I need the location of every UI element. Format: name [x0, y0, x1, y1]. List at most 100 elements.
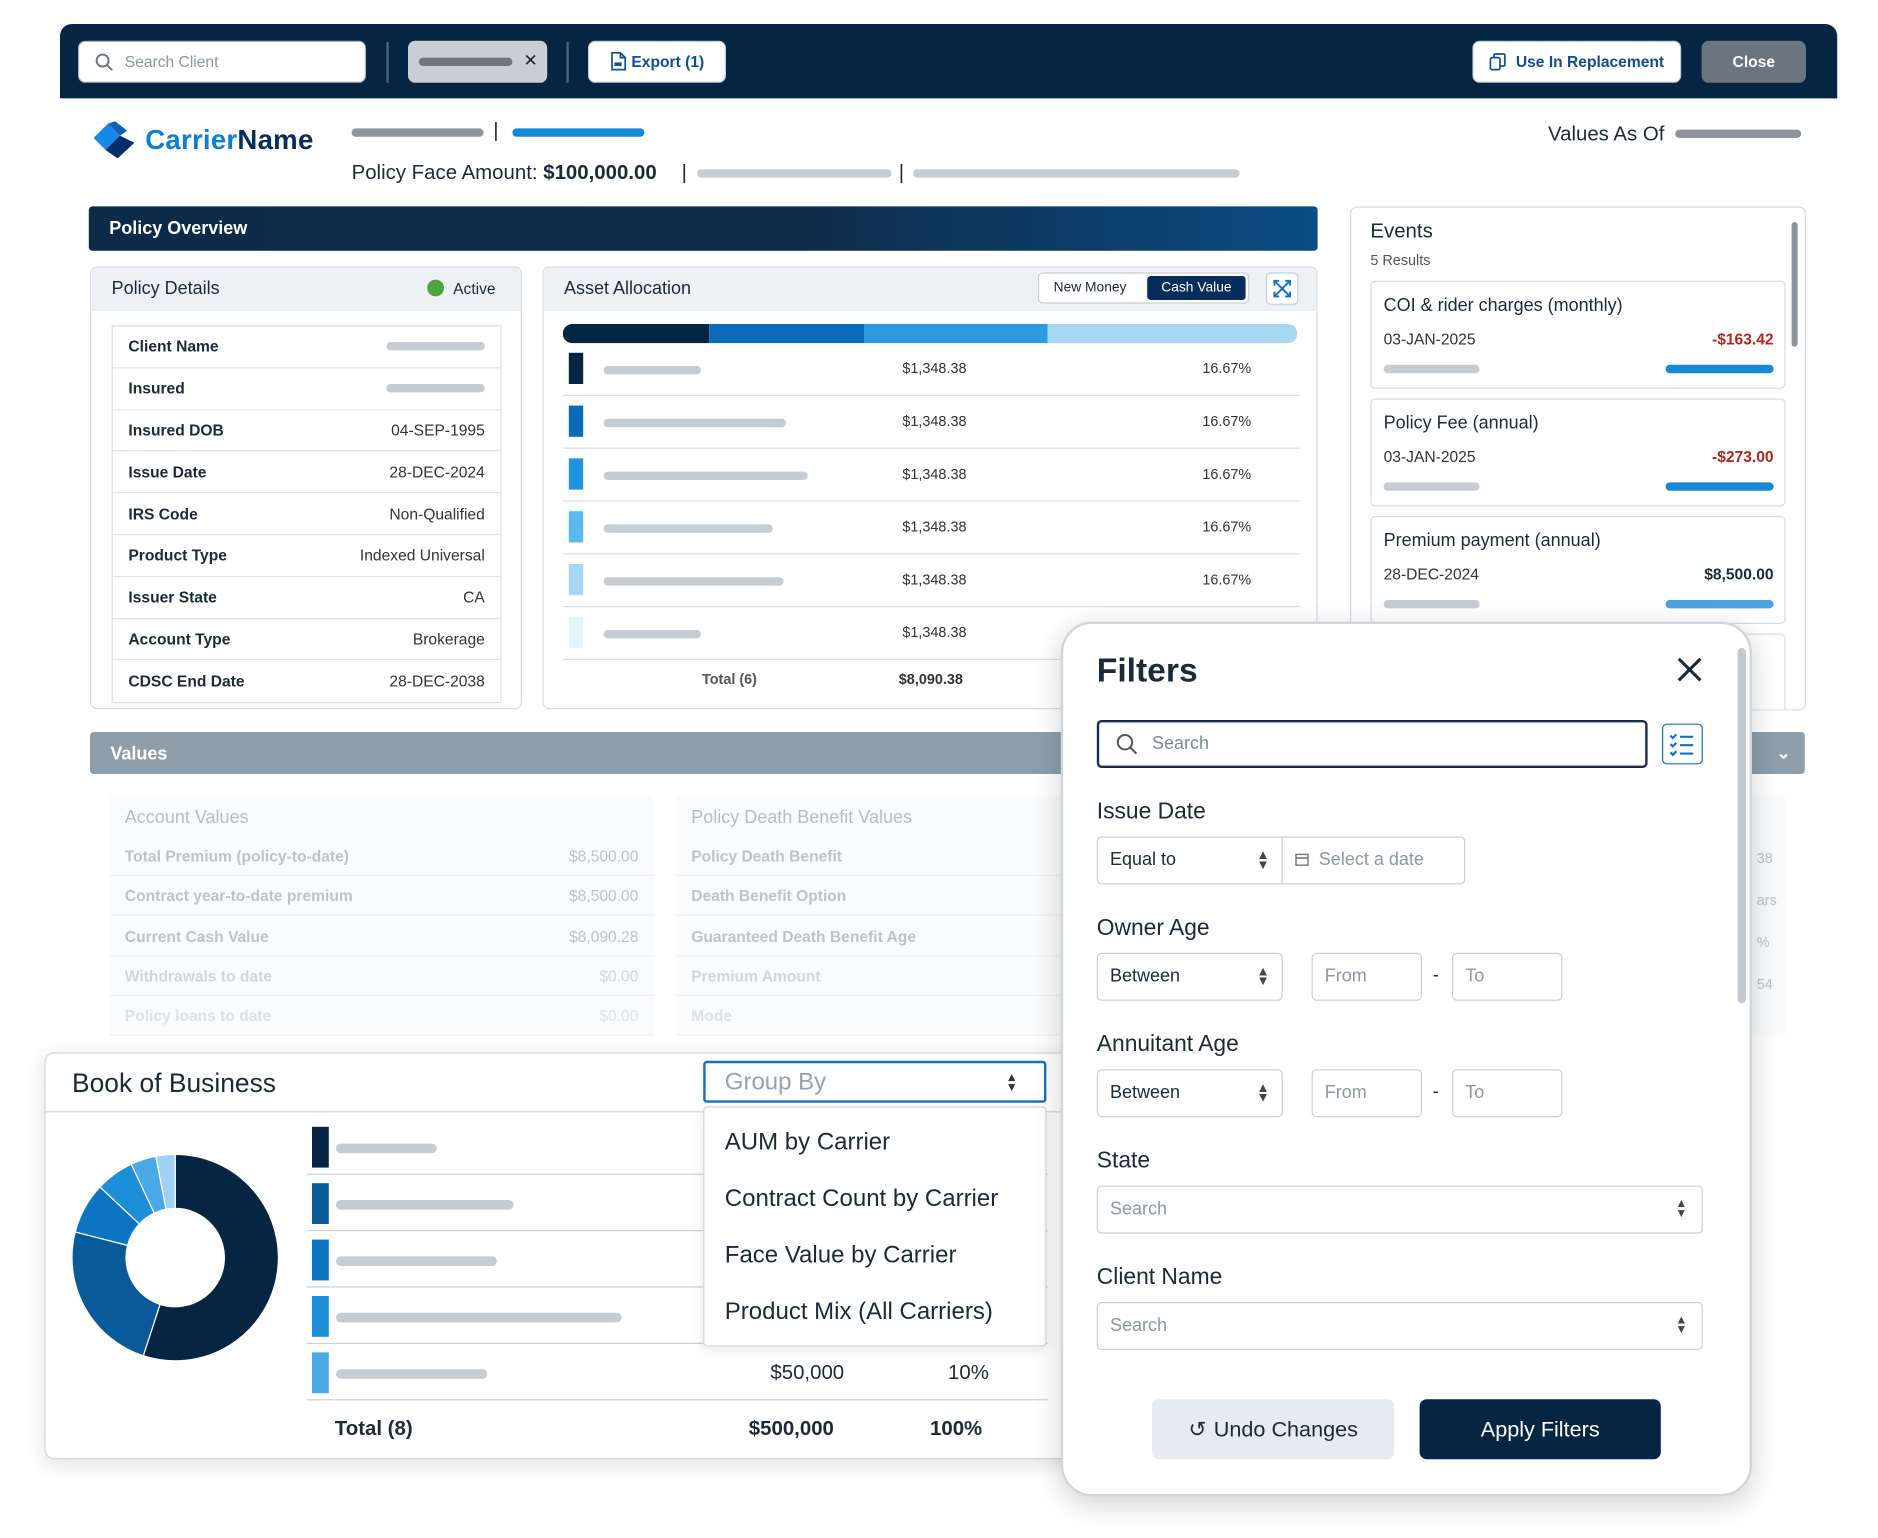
- death-benefit-panel: Policy Death Benefit Values Policy Death…: [675, 795, 1084, 1036]
- values-as-of-label: Values As Of: [1548, 122, 1665, 146]
- toggle-new-money[interactable]: New Money: [1054, 281, 1127, 295]
- table-row: IRS Code Non-Qualified: [112, 493, 501, 536]
- event-item[interactable]: Policy Fee (annual) 03-JAN-2025 -$273.00: [1370, 398, 1786, 507]
- chip-close-icon[interactable]: ✕: [524, 50, 538, 70]
- annuitant-age-from-input[interactable]: From: [1311, 1069, 1422, 1118]
- client-name-label: Client Name: [1096, 1264, 1223, 1290]
- expand-icon: [1273, 279, 1291, 298]
- state-select[interactable]: Search ▲ ▼: [1096, 1185, 1703, 1234]
- allocation-toggle: New Money Cash Value: [1038, 272, 1250, 304]
- annuitant-age-operator-select[interactable]: Between ▲ ▼: [1096, 1069, 1283, 1118]
- checklist-icon: [1669, 733, 1694, 757]
- replace-label: Use In Replacement: [1515, 52, 1665, 71]
- allocation-row: $1,348.38 16.67%: [562, 343, 1300, 397]
- filter-chip[interactable]: ✕: [408, 40, 548, 83]
- menu-item-aum[interactable]: AUM by Carrier: [725, 1129, 890, 1157]
- apply-filters-button[interactable]: Apply Filters: [1419, 1399, 1661, 1460]
- select-chevron-icon: ▲ ▼: [1256, 1081, 1270, 1106]
- filters-scrollbar[interactable]: [1737, 648, 1747, 1004]
- close-button[interactable]: Close: [1701, 40, 1807, 83]
- allocation-row: $1,348.38 16.67%: [562, 502, 1300, 555]
- table-row: Issuer State CA: [112, 577, 501, 619]
- bob-total-label: Total (8): [334, 1417, 413, 1440]
- filters-search-input[interactable]: Search: [1096, 720, 1648, 768]
- book-of-business-title: Book of Business: [72, 1068, 276, 1098]
- use-in-replacement-button[interactable]: Use In Replacement: [1472, 40, 1682, 83]
- separator: |: [493, 118, 499, 142]
- pdf-file-icon: [611, 51, 627, 71]
- select-chevron-icon: ▲ ▼: [1256, 964, 1270, 989]
- table-row: CDSC End Date 28-DEC-2038: [128, 672, 485, 691]
- annuitant-age-to-input[interactable]: To: [1452, 1069, 1563, 1118]
- range-dash: -: [1432, 964, 1439, 986]
- asset-allocation-title: Asset Allocation: [564, 278, 692, 299]
- issue-date-input[interactable]: Select a date: [1281, 836, 1466, 885]
- table-row: Contract year-to-date premium $8,500.00: [109, 876, 654, 916]
- values-right-panel: 38 ars % 54: [1752, 795, 1787, 1036]
- death-benefit-title: Policy Death Benefit Values: [691, 807, 913, 829]
- allocation-row: $1,348.38 16.67%: [562, 396, 1300, 449]
- list-item: $50,000 10%: [307, 1345, 1048, 1401]
- table-row: Product Type Indexed Universal: [112, 535, 501, 577]
- carrier-logo-icon: [93, 121, 135, 159]
- search-icon: [1116, 733, 1138, 755]
- owner-age-to-input[interactable]: To: [1452, 952, 1563, 1001]
- event-item[interactable]: Premium payment (annual) 28-DEC-2024 $8,50…: [1370, 516, 1786, 624]
- allocation-donut-chart: [71, 1153, 279, 1362]
- client-name-select[interactable]: Search ▲ ▼: [1096, 1302, 1703, 1350]
- allocation-stacked-bar: [562, 324, 1298, 344]
- events-title: Events: [1370, 219, 1433, 243]
- menu-item-product-mix[interactable]: Product Mix (All Carriers): [725, 1298, 993, 1326]
- owner-age-from-input[interactable]: From: [1311, 952, 1422, 1001]
- select-chevron-icon: ▲ ▼: [1005, 1071, 1018, 1095]
- table-row: Policy Death Benefit: [675, 836, 1084, 877]
- event-item[interactable]: COI & rider charges (monthly) 03-JAN-2025…: [1370, 280, 1786, 389]
- undo-changes-button[interactable]: ↺ Undo Changes: [1152, 1399, 1395, 1460]
- select-chevron-icon: ▲ ▼: [1675, 1197, 1688, 1221]
- policy-details-title: Policy Details: [111, 278, 220, 299]
- group-by-select[interactable]: Group By ▲ ▼: [703, 1060, 1047, 1103]
- separator: |: [681, 160, 687, 184]
- policy-details-table: Client Name Insured Insured DOB 04-SEP-19…: [111, 325, 502, 704]
- menu-item-contract-count[interactable]: Contract Count by Carrier: [725, 1186, 998, 1214]
- table-row: Death Benefit Option: [675, 876, 1084, 916]
- table-row: Guaranteed Death Benefit Age: [675, 917, 1084, 957]
- export-button[interactable]: Export (1): [588, 40, 726, 83]
- owner-age-operator-select[interactable]: Between ▲ ▼: [1096, 952, 1283, 1001]
- carrier-name-logo: CarrierName: [145, 123, 314, 155]
- policy-details-card: Policy Details Active Client Name Insure…: [90, 266, 522, 710]
- expand-button[interactable]: [1266, 272, 1299, 305]
- table-row: Mode: [675, 996, 1084, 1036]
- policy-details-header: Policy Details Active: [91, 267, 521, 311]
- close-icon[interactable]: [1675, 655, 1704, 684]
- group-by-menu: AUM by Carrier Contract Count by Carrier…: [703, 1106, 1047, 1347]
- issue-date-operator-select[interactable]: Equal to ▲ ▼: [1096, 836, 1283, 885]
- client-search-input[interactable]: Search Client: [78, 40, 366, 83]
- toggle-cash-value[interactable]: Cash Value: [1147, 276, 1246, 300]
- bob-total-amount: $500,000: [748, 1417, 834, 1440]
- filters-title: Filters: [1096, 651, 1198, 689]
- events-count: 5 Results: [1370, 252, 1431, 269]
- allocation-row: $1,348.38 16.67%: [562, 449, 1300, 502]
- header-info-placeholder: [913, 169, 1240, 178]
- table-row: Account Type Brokerage: [112, 619, 501, 661]
- annuitant-age-label: Annuitant Age: [1096, 1032, 1239, 1058]
- status-badge: Active: [426, 279, 496, 298]
- menu-item-face-value[interactable]: Face Value by Carrier: [725, 1242, 957, 1270]
- table-row: Client Name: [112, 326, 501, 369]
- account-values-panel: Account Values Total Premium (policy-to-…: [109, 795, 654, 1036]
- copy-icon: [1489, 53, 1506, 71]
- state-label: State: [1096, 1148, 1151, 1174]
- filter-list-button[interactable]: [1662, 723, 1703, 765]
- policy-face-amount: Policy Face Amount: $100,000.00: [351, 160, 657, 184]
- events-scrollbar[interactable]: [1791, 222, 1798, 347]
- donut-slice: [71, 1231, 161, 1357]
- separator: |: [898, 160, 905, 184]
- table-row: Insured: [112, 368, 501, 410]
- select-chevron-icon: ▲ ▼: [1675, 1314, 1688, 1337]
- chip-label-placeholder: [418, 57, 513, 66]
- filters-panel: Filters Search Issue Date Equal to ▲ ▼ Sel…: [1060, 621, 1753, 1497]
- client-search-placeholder: Search Client: [124, 52, 219, 71]
- chevron-down-icon[interactable]: ⌄: [1776, 743, 1790, 763]
- table-row: Premium Amount: [675, 956, 1084, 997]
